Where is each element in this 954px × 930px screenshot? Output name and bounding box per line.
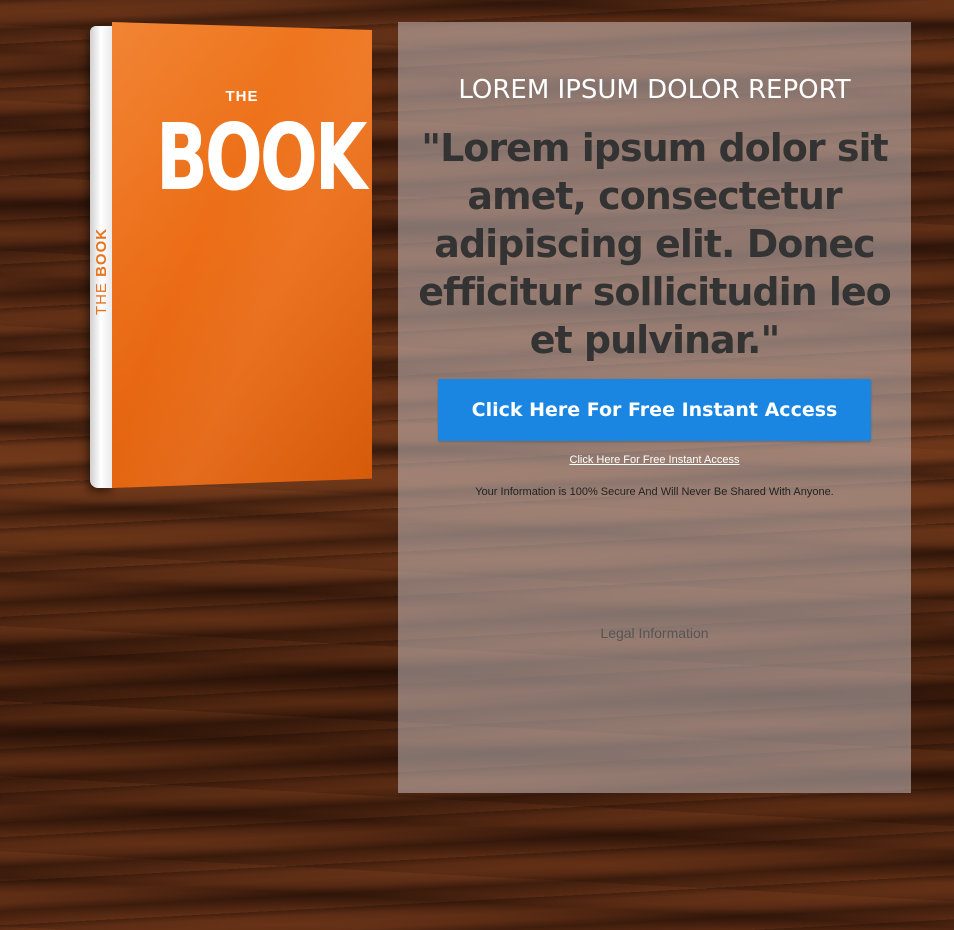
book-cover: THE BOOK <box>112 22 372 488</box>
privacy-notice: Your Information is 100% Secure And Will… <box>475 486 834 498</box>
report-title: LOREM IPSUM DOLOR REPORT <box>458 75 851 105</box>
headline: "Lorem ipsum dolor sit amet, consectetur… <box>418 126 892 362</box>
book-spine-text: THE BOOK <box>94 227 111 314</box>
legal-information-link[interactable]: Legal Information <box>398 625 911 641</box>
book-image: THE BOOK THE BOOK <box>90 22 372 488</box>
book-spine-title: BOOK <box>93 227 111 277</box>
optin-panel: LOREM IPSUM DOLOR REPORT "Lorem ipsum do… <box>398 22 911 793</box>
free-access-button[interactable]: Click Here For Free Instant Access <box>438 379 871 441</box>
book-spine-prefix: THE <box>93 281 111 315</box>
book-cover-title: BOOK <box>156 104 368 211</box>
book-cover-small-text: THE <box>225 88 259 105</box>
book-spine: THE BOOK <box>90 26 114 488</box>
free-access-link[interactable]: Click Here For Free Instant Access <box>398 454 911 466</box>
